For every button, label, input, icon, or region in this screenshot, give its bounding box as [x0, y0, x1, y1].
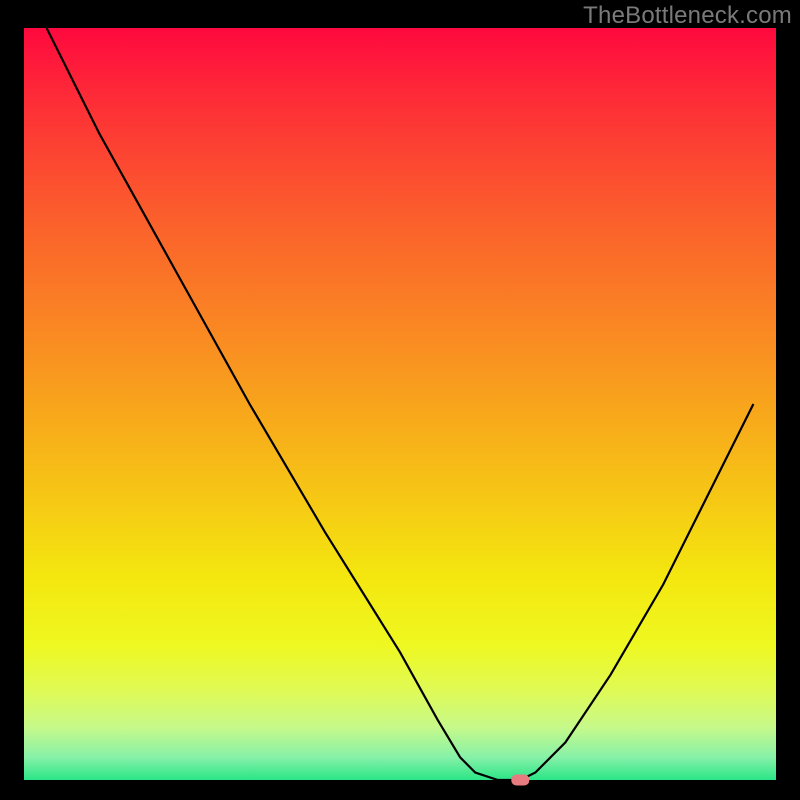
- bottleneck-chart: [0, 0, 800, 800]
- watermark-text: TheBottleneck.com: [583, 2, 792, 30]
- chart-container: TheBottleneck.com: [0, 0, 800, 800]
- plot-background: [24, 28, 776, 780]
- optimal-marker: [511, 775, 529, 786]
